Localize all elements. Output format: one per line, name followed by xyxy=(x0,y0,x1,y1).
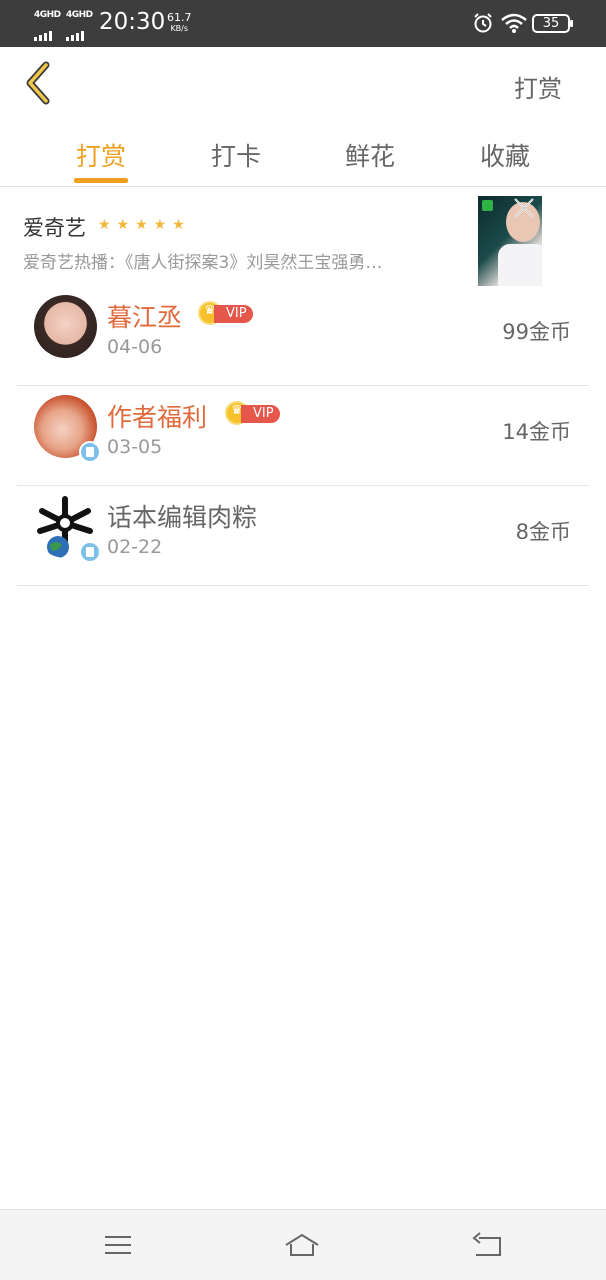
ad-title: 爱奇艺 xyxy=(23,216,86,240)
user-name[interactable]: 话本编辑肉粽 xyxy=(107,498,257,534)
user-name[interactable]: 作者福利 xyxy=(107,398,207,434)
signal-icon: 4GHD xyxy=(34,10,64,41)
system-nav-bar xyxy=(0,1209,606,1280)
page-title: 打赏 xyxy=(514,75,562,103)
chevron-left-icon[interactable] xyxy=(22,59,56,107)
author-badge-icon xyxy=(79,441,101,463)
status-bar: 4GHD 4GHD 20:30 61.7 KB/s 35 xyxy=(0,0,606,47)
user-name[interactable]: 暮江丞 xyxy=(107,298,182,334)
tab-active-indicator xyxy=(74,178,128,183)
reward-date: 03-05 xyxy=(107,436,163,458)
alarm-icon xyxy=(474,13,492,33)
tab-flowers[interactable]: 鲜花 xyxy=(330,137,410,173)
sim1-label: 4GHD xyxy=(34,10,61,20)
tab-checkin[interactable]: 打卡 xyxy=(196,137,276,173)
reward-amount: 8金币 xyxy=(515,520,571,544)
signal-icon-2: 4GHD xyxy=(66,10,96,41)
reward-date: 02-22 xyxy=(107,536,163,558)
reward-list: 暮江丞 VIP 04-06 99金币 作者福利 VIP 03-05 14金币 xyxy=(0,286,606,586)
list-item[interactable]: 作者福利 VIP 03-05 14金币 xyxy=(17,386,589,486)
star-rating-icon: ★★★★★ xyxy=(98,217,191,233)
reward-amount: 99金币 xyxy=(502,320,571,344)
battery-icon: 35 xyxy=(532,14,573,33)
network-speed-value: 61.7 xyxy=(167,11,192,24)
menu-icon[interactable] xyxy=(100,1230,136,1260)
tab-favorites[interactable]: 收藏 xyxy=(465,137,545,173)
close-icon[interactable] xyxy=(512,196,536,220)
sim2-label: 4GHD xyxy=(66,10,93,20)
home-icon[interactable] xyxy=(284,1230,320,1260)
list-item[interactable]: 话本编辑肉粽 02-22 8金币 xyxy=(17,486,589,586)
header: 打赏 xyxy=(0,47,606,120)
reward-amount: 14金币 xyxy=(502,420,571,444)
clock: 20:30 xyxy=(99,9,166,35)
vip-label: VIP xyxy=(214,305,253,323)
tab-bar: 打赏 打卡 鲜花 收藏 xyxy=(0,120,606,187)
back-icon[interactable] xyxy=(469,1230,505,1260)
tab-reward[interactable]: 打赏 xyxy=(61,137,141,173)
app-logo-icon xyxy=(482,200,493,211)
network-speed: 61.7 KB/s xyxy=(167,12,192,34)
ad-description: 爱奇艺热播：《唐人街探案3》刘昊然王宝强勇… xyxy=(23,253,383,273)
wifi-icon xyxy=(501,13,527,33)
avatar[interactable] xyxy=(34,295,97,358)
network-speed-unit: KB/s xyxy=(170,24,189,33)
author-badge-icon xyxy=(79,541,101,563)
list-item[interactable]: 暮江丞 VIP 04-06 99金币 xyxy=(17,286,589,386)
reward-date: 04-06 xyxy=(107,336,163,358)
vip-label: VIP xyxy=(241,405,280,423)
